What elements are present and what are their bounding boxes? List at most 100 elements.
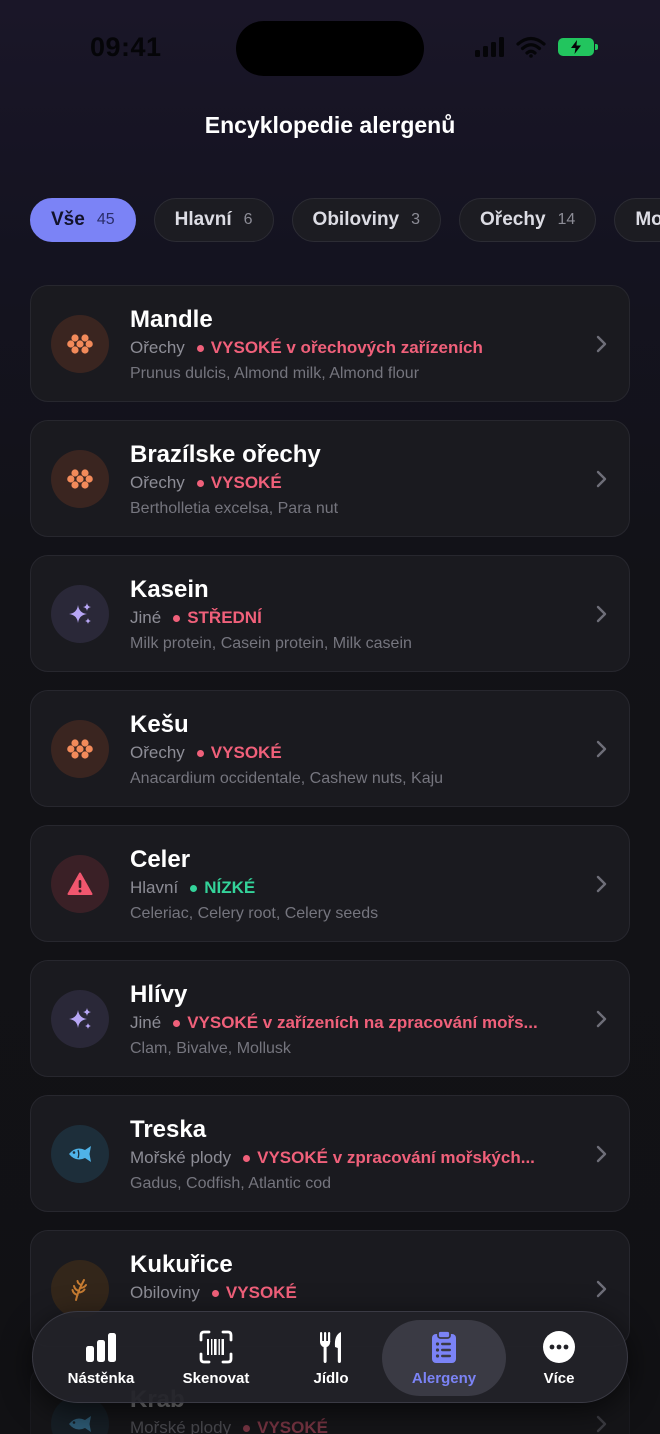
wifi-icon	[516, 36, 546, 58]
risk-dot	[196, 749, 204, 757]
filter-chip-seafood[interactable]: Mo	[614, 198, 660, 242]
risk-level: VYSOKÉ v zpracování mořských...	[257, 1148, 535, 1167]
risk-level: VYSOKÉ	[210, 743, 282, 762]
allergen-category: Jiné	[130, 608, 162, 627]
allergen-category: Ořechy	[130, 473, 185, 492]
tab-food[interactable]: Jídlo	[269, 1320, 393, 1396]
allergen-name: Kasein	[130, 576, 209, 603]
chevron-right-icon	[596, 1280, 607, 1298]
allergen-meta: Mořské plody VYSOKÉ	[130, 1418, 328, 1434]
more-icon	[543, 1331, 575, 1363]
risk-level: VYSOKÉ v zařízeních na zpracování mořs..…	[187, 1013, 538, 1032]
sparkles-icon	[51, 990, 109, 1048]
filter-chip-count: 45	[96, 211, 115, 228]
tab-label: Skenovat	[182, 1370, 250, 1387]
allergen-aliases: Gadus, Codfish, Atlantic cod	[130, 1175, 331, 1192]
filter-chip-label: Hlavní	[174, 209, 232, 230]
filter-chips: Vše 45 Hlavní 6 Obiloviny 3 Ořechy 14 Mo	[30, 198, 660, 242]
allergen-aliases: Clam, Bivalve, Mollusk	[130, 1040, 291, 1057]
barcode-scan-icon	[199, 1330, 233, 1364]
allergen-card[interactable]: Brazílske ořechy Ořechy VYSOKÉ Bertholle…	[30, 420, 630, 537]
filter-chip-all[interactable]: Vše 45	[30, 198, 136, 242]
allergen-aliases: Bertholletia excelsa, Para nut	[130, 500, 339, 517]
allergen-name: Kukuřice	[130, 1251, 233, 1278]
risk-dot	[196, 479, 204, 487]
allergen-card[interactable]: Mandle Ořechy VYSOKÉ v ořechových zaříze…	[30, 285, 630, 402]
risk-dot	[173, 1019, 181, 1027]
tab-scan[interactable]: Skenovat	[154, 1320, 278, 1396]
risk-dot	[190, 884, 198, 892]
allergen-category: Ořechy	[130, 743, 185, 762]
bar-chart-icon	[86, 1333, 116, 1362]
clipboard-list-icon	[432, 1330, 456, 1363]
risk-level: VYSOKÉ	[257, 1418, 328, 1434]
filter-chip-nuts[interactable]: Ořechy 14	[459, 198, 597, 242]
filter-chip-count: 14	[557, 211, 576, 228]
filter-chip-count: 6	[243, 211, 253, 228]
allergen-meta: Ořechy VYSOKÉ	[130, 743, 282, 763]
nut-cluster-icon	[51, 315, 109, 373]
allergen-aliases: Milk protein, Casein protein, Milk casei…	[130, 635, 412, 652]
chevron-right-icon	[596, 335, 607, 353]
risk-level: VYSOKÉ	[225, 1283, 297, 1302]
risk-dot	[243, 1424, 251, 1432]
allergen-name: Brazílske ořechy	[130, 441, 321, 468]
filter-chip-grains[interactable]: Obiloviny 3	[291, 198, 442, 242]
risk-level: VYSOKÉ v ořechových zařízeních	[210, 338, 483, 357]
risk-dot	[211, 1289, 219, 1297]
bottom-tab-bar: Nástěnka Skenovat Jídlo Alergeny Více	[32, 1311, 628, 1403]
allergen-card[interactable]: Celer Hlavní NÍZKÉ Celeriac, Celery root…	[30, 825, 630, 942]
wheat-icon	[51, 1260, 109, 1318]
nut-cluster-icon	[51, 720, 109, 778]
sparkles-icon	[51, 585, 109, 643]
allergen-aliases: Anacardium occidentale, Cashew nuts, Kaj…	[130, 770, 444, 787]
allergen-category: Mořské plody	[130, 1148, 232, 1167]
risk-dot	[196, 344, 204, 352]
allergen-meta: Ořechy VYSOKÉ v ořechových zařízeních	[130, 338, 483, 358]
allergen-aliases: Celeriac, Celery root, Celery seeds	[130, 905, 379, 922]
allergen-meta: Mořské plody VYSOKÉ v zpracování mořskýc…	[130, 1148, 535, 1168]
allergen-card[interactable]: Kasein Jiné STŘEDNÍ Milk protein, Casein…	[30, 555, 630, 672]
allergen-list: Mandle Ořechy VYSOKÉ v ořechových zaříze…	[30, 285, 630, 1434]
tab-allergens[interactable]: Alergeny	[382, 1320, 506, 1396]
risk-level: STŘEDNÍ	[187, 608, 262, 627]
filter-chip-main[interactable]: Hlavní 6	[153, 198, 274, 242]
tab-label: Nástěnka	[67, 1370, 135, 1387]
tab-more[interactable]: Více	[497, 1320, 621, 1396]
dynamic-island	[236, 21, 424, 76]
fork-knife-icon	[320, 1332, 341, 1363]
risk-level: VYSOKÉ	[210, 473, 282, 492]
allergen-name: Treska	[130, 1116, 207, 1143]
tab-dashboard[interactable]: Nástěnka	[39, 1320, 163, 1396]
allergen-category: Mořské plody	[130, 1418, 232, 1434]
allergen-name: Hlívy	[130, 981, 188, 1008]
chevron-right-icon	[596, 1415, 607, 1433]
allergen-meta: Obiloviny VYSOKÉ	[130, 1283, 297, 1303]
filter-chip-label: Obiloviny	[312, 209, 400, 230]
chevron-right-icon	[596, 1145, 607, 1163]
nut-cluster-icon	[51, 450, 109, 508]
chevron-right-icon	[596, 740, 607, 758]
allergen-card[interactable]: Treska Mořské plody VYSOKÉ v zpracování …	[30, 1095, 630, 1212]
status-bar: 09:41	[0, 0, 660, 96]
allergen-card[interactable]: Hlívy Jiné VYSOKÉ v zařízeních na zpraco…	[30, 960, 630, 1077]
tab-label: Jídlo	[313, 1370, 349, 1387]
allergen-meta: Hlavní NÍZKÉ	[130, 878, 255, 898]
filter-chip-count: 3	[411, 211, 421, 228]
risk-dot	[243, 1154, 251, 1162]
allergen-card[interactable]: Kešu Ořechy VYSOKÉ Anacardium occidental…	[30, 690, 630, 807]
allergen-name: Celer	[130, 846, 191, 873]
page-title: Encyklopedie alergenů	[204, 112, 456, 138]
allergen-category: Hlavní	[130, 878, 179, 897]
status-time: 09:41	[90, 32, 162, 62]
allergen-aliases: Prunus dulcis, Almond milk, Almond flour	[130, 365, 420, 382]
tab-label: Alergeny	[411, 1370, 477, 1387]
allergen-category: Ořechy	[130, 338, 185, 357]
risk-level: NÍZKÉ	[204, 878, 256, 897]
battery-charging-icon	[558, 38, 598, 56]
allergen-meta: Jiné VYSOKÉ v zařízeních na zpracování m…	[130, 1013, 538, 1033]
allergen-name: Kešu	[130, 711, 189, 738]
cellular-signal-icon	[475, 37, 504, 57]
warning-icon	[51, 855, 109, 913]
status-icons	[475, 36, 598, 58]
